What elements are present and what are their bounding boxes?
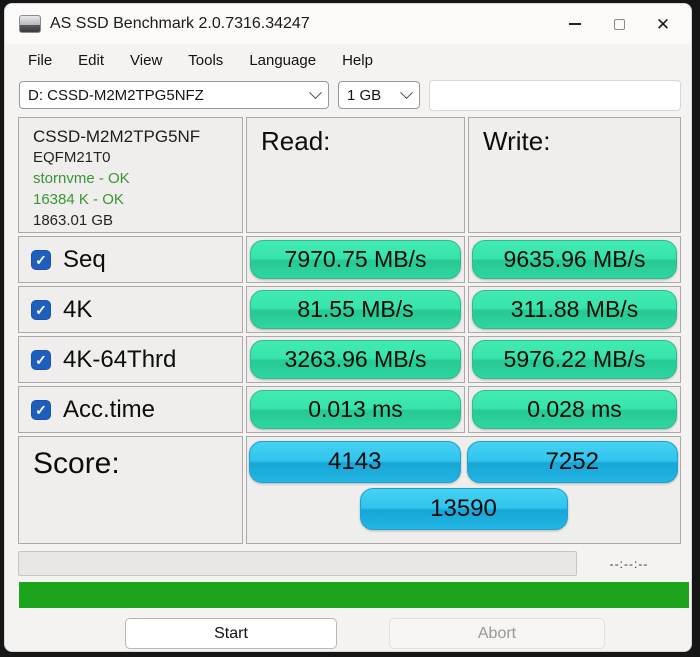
empty-field[interactable] <box>429 80 681 111</box>
title-bar: AS SSD Benchmark 2.0.7316.34247 ✕ <box>5 4 691 44</box>
4k64thrd-write-cell: 5976.22 MB/s <box>468 336 681 383</box>
menu-language[interactable]: Language <box>236 48 329 73</box>
status-row: --:--:-- <box>18 551 681 576</box>
minimize-icon <box>569 23 581 25</box>
close-icon: ✕ <box>656 16 670 33</box>
4k64thrd-checkbox[interactable] <box>31 350 51 370</box>
menu-file[interactable]: File <box>15 48 65 73</box>
4k-checkbox[interactable] <box>31 300 51 320</box>
drive-driver-status: stornvme - OK <box>33 168 230 189</box>
write-column-header: Write: <box>468 117 681 233</box>
abort-button[interactable]: Abort <box>389 618 605 649</box>
4k64thrd-write-value: 5976.22 MB/s <box>472 340 677 379</box>
seq-read-cell: 7970.75 MB/s <box>246 236 465 283</box>
test-size-value: 1 GB <box>347 87 402 104</box>
menu-tools[interactable]: Tools <box>175 48 236 73</box>
score-read-value: 4143 <box>249 441 461 483</box>
status-bar <box>18 551 577 576</box>
acctime-read-cell: 0.013 ms <box>246 386 465 433</box>
acctime-label: Acc.time <box>63 396 155 424</box>
chevron-down-icon <box>400 86 413 99</box>
menu-bar: File Edit View Tools Language Help <box>5 44 691 77</box>
table-row-4k64thrd: 4K-64Thrd <box>18 336 243 383</box>
read-column-header: Read: <box>246 117 465 233</box>
drive-info-panel: CSSD-M2M2TPG5NF EQFM21T0 stornvme - OK 1… <box>18 117 243 233</box>
elapsed-time: --:--:-- <box>577 557 681 571</box>
menu-help[interactable]: Help <box>329 48 386 73</box>
results-grid: CSSD-M2M2TPG5NF EQFM21T0 stornvme - OK 1… <box>18 117 681 544</box>
score-panel: 4143 7252 13590 <box>246 436 681 544</box>
app-ssd-drive-icon <box>19 15 41 33</box>
maximize-icon <box>614 19 625 30</box>
score-total-value: 13590 <box>360 488 568 530</box>
seq-checkbox[interactable] <box>31 250 51 270</box>
drive-select-value: D: CSSD-M2M2TPG5NFZ <box>28 87 311 104</box>
drive-capacity: 1863.01 GB <box>33 210 230 231</box>
4k-label: 4K <box>63 296 92 324</box>
table-row-acctime: Acc.time <box>18 386 243 433</box>
drive-model: CSSD-M2M2TPG5NF <box>33 126 230 147</box>
start-button[interactable]: Start <box>125 618 337 649</box>
action-buttons: Start Abort <box>5 618 691 649</box>
acctime-write-value: 0.028 ms <box>472 390 677 429</box>
test-size-select[interactable]: 1 GB <box>338 81 420 109</box>
4k64thrd-read-cell: 3263.96 MB/s <box>246 336 465 383</box>
4k-read-cell: 81.55 MB/s <box>246 286 465 333</box>
drive-select[interactable]: D: CSSD-M2M2TPG5NFZ <box>19 81 329 109</box>
seq-label: Seq <box>63 246 106 274</box>
drive-firmware: EQFM21T0 <box>33 147 230 168</box>
score-write-value: 7252 <box>467 441 679 483</box>
seq-write-cell: 9635.96 MB/s <box>468 236 681 283</box>
seq-read-value: 7970.75 MB/s <box>250 240 461 279</box>
maximize-button[interactable] <box>597 8 641 40</box>
4k64thrd-read-value: 3263.96 MB/s <box>250 340 461 379</box>
menu-view[interactable]: View <box>117 48 175 73</box>
app-window: AS SSD Benchmark 2.0.7316.34247 ✕ File E… <box>4 3 692 652</box>
4k-read-value: 81.55 MB/s <box>250 290 461 329</box>
progress-bar <box>19 582 689 608</box>
seq-write-value: 9635.96 MB/s <box>472 240 677 279</box>
menu-edit[interactable]: Edit <box>65 48 117 73</box>
table-row-seq: Seq <box>18 236 243 283</box>
acctime-write-cell: 0.028 ms <box>468 386 681 433</box>
minimize-button[interactable] <box>553 8 597 40</box>
acctime-checkbox[interactable] <box>31 400 51 420</box>
4k-write-cell: 311.88 MB/s <box>468 286 681 333</box>
acctime-read-value: 0.013 ms <box>250 390 461 429</box>
score-label: Score: <box>18 436 243 544</box>
toolbar: D: CSSD-M2M2TPG5NFZ 1 GB <box>5 77 691 113</box>
table-row-4k: 4K <box>18 286 243 333</box>
4k64thrd-label: 4K-64Thrd <box>63 346 176 374</box>
drive-alignment-status: 16384 K - OK <box>33 189 230 210</box>
window-title: AS SSD Benchmark 2.0.7316.34247 <box>50 15 553 33</box>
close-button[interactable]: ✕ <box>641 8 685 40</box>
chevron-down-icon <box>309 86 322 99</box>
4k-write-value: 311.88 MB/s <box>472 290 677 329</box>
